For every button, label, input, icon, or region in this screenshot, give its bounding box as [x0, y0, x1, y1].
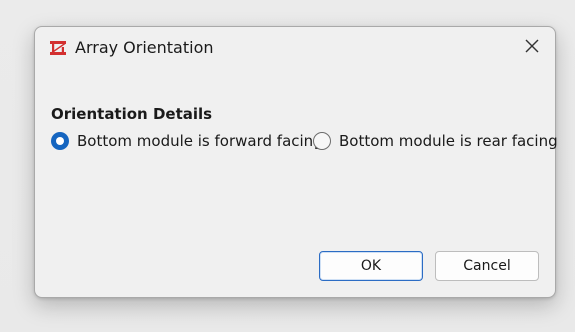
radio-unchecked-indicator[interactable]	[313, 132, 331, 150]
close-button[interactable]	[519, 35, 545, 61]
dialog-title: Array Orientation	[75, 38, 214, 57]
radio-forward-facing[interactable]: Bottom module is forward facing	[51, 132, 323, 150]
title-bar[interactable]: Array Orientation	[35, 27, 555, 69]
section-heading: Orientation Details	[51, 105, 213, 123]
array-orientation-dialog: Array Orientation Orientation Details Bo…	[34, 26, 558, 298]
ok-button[interactable]: OK	[319, 251, 423, 281]
radio-checked-indicator[interactable]	[51, 132, 69, 150]
radio-rear-facing-label: Bottom module is rear facing	[339, 132, 558, 150]
close-icon	[524, 38, 540, 58]
array-app-icon	[49, 40, 67, 56]
radio-forward-facing-label: Bottom module is forward facing	[77, 132, 323, 150]
radio-rear-facing[interactable]: Bottom module is rear facing	[313, 132, 558, 150]
cancel-button[interactable]: Cancel	[435, 251, 539, 281]
